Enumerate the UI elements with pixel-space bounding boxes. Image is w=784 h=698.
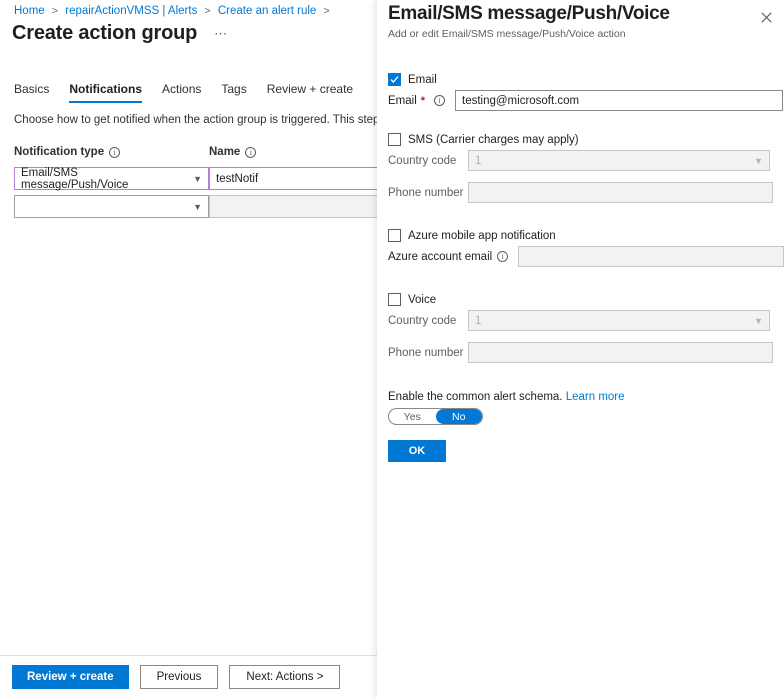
email-field-row: Email * i testing@microsoft.com — [377, 90, 784, 111]
breadcrumb-item-create-an-alert-rule[interactable]: Create an alert rule — [218, 5, 316, 17]
notification-name-input-disabled — [209, 195, 377, 218]
voice-country-code-value: 1 — [475, 315, 481, 327]
breadcrumb-item-home[interactable]: Home — [14, 5, 45, 17]
email-field-label: Email * — [388, 95, 434, 107]
email-field-label-text: Email — [388, 95, 417, 107]
sms-country-code-value: 1 — [475, 155, 481, 167]
azure-account-email-label: Azure account email — [388, 251, 492, 263]
notification-name-input[interactable]: testNotif — [209, 167, 377, 190]
notification-type-select[interactable]: Email/SMS message/Push/Voice ▼ — [14, 167, 209, 190]
notification-row: ▼ — [14, 195, 377, 218]
toggle-option-no[interactable]: No — [436, 409, 483, 424]
close-icon[interactable] — [757, 8, 775, 26]
notification-type-label-text: Notification type — [14, 146, 104, 158]
wizard-tabs: Basics Notifications Actions Tags Review… — [14, 82, 353, 103]
voice-phone-input — [468, 342, 773, 363]
notifications-helper-text: Choose how to get notified when the acti… — [14, 114, 377, 126]
previous-button[interactable]: Previous — [140, 665, 219, 689]
info-icon[interactable]: i — [497, 251, 508, 262]
sms-checkbox[interactable] — [388, 133, 401, 146]
next-actions-button[interactable]: Next: Actions > — [229, 665, 340, 689]
sms-country-code-label: Country code — [388, 155, 468, 167]
create-action-group-pane: Home > repairActionVMSS | Alerts > Creat… — [0, 0, 377, 698]
mobile-app-checkbox[interactable] — [388, 229, 401, 242]
tab-review-create[interactable]: Review + create — [267, 82, 353, 103]
common-alert-schema-toggle[interactable]: Yes No — [388, 408, 483, 425]
mobile-app-checkbox-row: Azure mobile app notification — [377, 229, 784, 242]
breadcrumb-separator: > — [52, 5, 58, 17]
sms-country-code-select: 1 ▼ — [468, 150, 770, 171]
voice-phone-label: Phone number — [388, 347, 468, 359]
chevron-down-icon: ▼ — [193, 202, 202, 212]
learn-more-link[interactable]: Learn more — [566, 391, 625, 403]
toggle-option-yes[interactable]: Yes — [389, 409, 436, 424]
info-icon[interactable]: i — [434, 95, 445, 106]
name-label: Name i — [209, 146, 256, 158]
email-checkbox-row: Email — [377, 73, 784, 86]
tab-actions[interactable]: Actions — [162, 82, 201, 103]
common-alert-schema-row: Enable the common alert schema. Learn mo… — [377, 391, 784, 403]
more-options-icon[interactable]: ⋯ — [211, 25, 231, 42]
sms-country-code-row: Country code 1 ▼ — [377, 150, 784, 171]
blade-body: Email Email * i testing@microsoft.com — [377, 73, 784, 462]
tab-basics[interactable]: Basics — [14, 82, 49, 103]
notifications-column-headers: Notification type i Name i — [14, 146, 377, 158]
voice-phone-row: Phone number — [377, 342, 784, 363]
notification-rows: Email/SMS message/Push/Voice ▼ testNotif… — [14, 167, 377, 223]
tab-tags[interactable]: Tags — [221, 82, 246, 103]
email-checkbox[interactable] — [388, 73, 401, 86]
voice-country-code-label: Country code — [388, 315, 468, 327]
page-title: Create action group — [12, 22, 197, 45]
azure-account-email-input — [518, 246, 784, 267]
info-icon[interactable]: i — [245, 147, 256, 158]
sms-phone-input — [468, 182, 773, 203]
common-alert-schema-text: Enable the common alert schema. — [388, 391, 563, 403]
email-checkbox-label: Email — [408, 74, 437, 86]
voice-country-code-select: 1 ▼ — [468, 310, 770, 331]
azure-account-email-row: Azure account email i — [377, 246, 784, 267]
blade-subtitle: Add or edit Email/SMS message/Push/Voice… — [388, 28, 626, 40]
breadcrumb: Home > repairActionVMSS | Alerts > Creat… — [14, 5, 334, 17]
page-title-row: Create action group ⋯ — [12, 22, 231, 45]
email-sms-push-voice-blade: Email/SMS message/Push/Voice Add or edit… — [377, 0, 784, 698]
notification-type-label: Notification type i — [14, 146, 209, 158]
chevron-down-icon: ▼ — [754, 316, 763, 326]
notification-row: Email/SMS message/Push/Voice ▼ testNotif — [14, 167, 377, 190]
ok-button[interactable]: OK — [388, 440, 446, 462]
email-input[interactable]: testing@microsoft.com — [455, 90, 783, 111]
blade-title: Email/SMS message/Push/Voice — [388, 3, 670, 25]
chevron-down-icon: ▼ — [754, 156, 763, 166]
sms-phone-label: Phone number — [388, 187, 468, 199]
notification-type-select-empty[interactable]: ▼ — [14, 195, 209, 218]
azure-account-email-label-text: Azure account email — [388, 251, 492, 263]
voice-checkbox-row: Voice — [377, 293, 784, 306]
tab-notifications[interactable]: Notifications — [69, 82, 142, 103]
azure-portal-screen: Home > repairActionVMSS | Alerts > Creat… — [0, 0, 784, 698]
voice-country-code-row: Country code 1 ▼ — [377, 310, 784, 331]
name-label-text: Name — [209, 146, 240, 158]
breadcrumb-separator: > — [324, 5, 330, 17]
notification-name-value: testNotif — [216, 173, 258, 185]
breadcrumb-item-repairactionvmss-alerts[interactable]: repairActionVMSS | Alerts — [65, 5, 197, 17]
voice-checkbox[interactable] — [388, 293, 401, 306]
review-create-button[interactable]: Review + create — [12, 665, 129, 689]
sms-checkbox-row: SMS (Carrier charges may apply) — [377, 133, 784, 146]
voice-checkbox-label: Voice — [408, 294, 436, 306]
notification-type-value: Email/SMS message/Push/Voice — [21, 167, 187, 191]
wizard-footer: Review + create Previous Next: Actions > — [0, 655, 377, 698]
sms-checkbox-label: SMS (Carrier charges may apply) — [408, 134, 579, 146]
breadcrumb-separator: > — [205, 5, 211, 17]
info-icon[interactable]: i — [109, 147, 120, 158]
chevron-down-icon: ▼ — [193, 174, 202, 184]
email-input-value: testing@microsoft.com — [462, 95, 579, 107]
mobile-app-checkbox-label: Azure mobile app notification — [408, 230, 556, 242]
sms-phone-row: Phone number — [377, 182, 784, 203]
required-indicator: * — [421, 95, 425, 107]
